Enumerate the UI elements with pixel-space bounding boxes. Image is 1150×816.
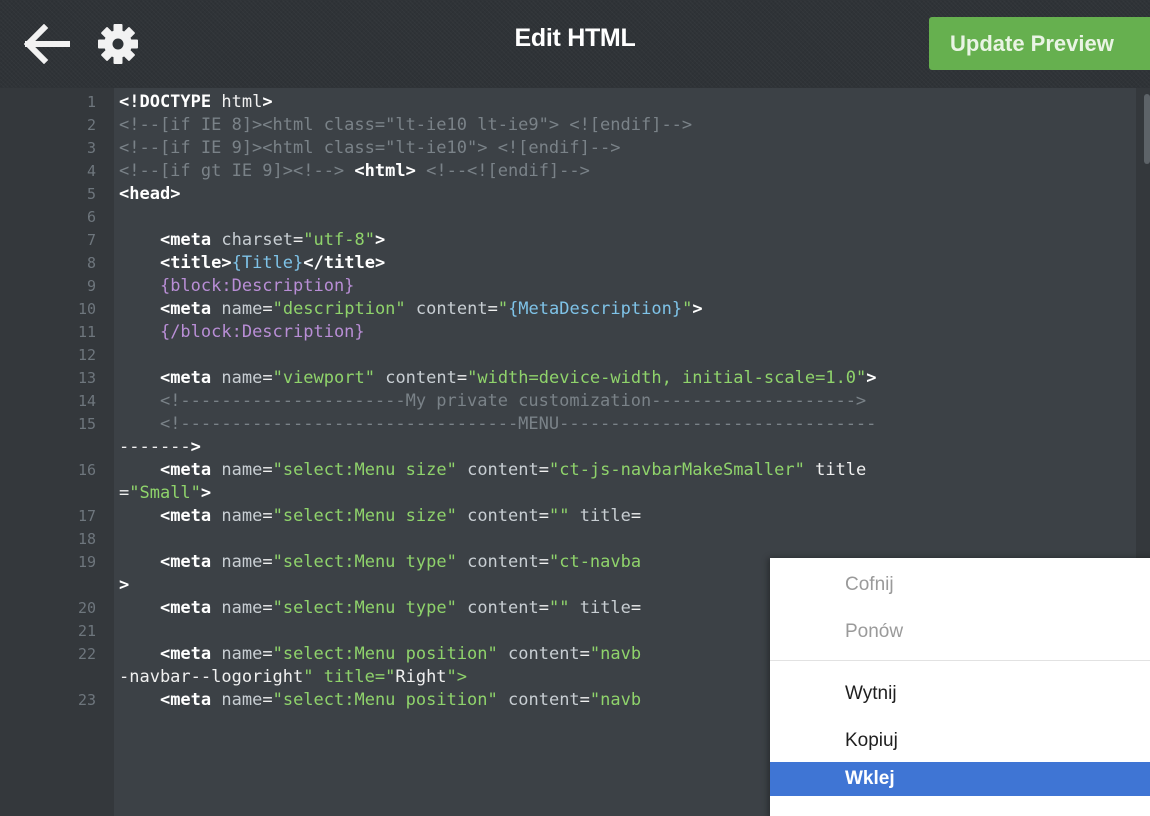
menu-item-label: Wytnij [845,683,897,704]
line-number: 14 [77,392,96,410]
code-text[interactable]: <!----------------------My private custo… [119,390,866,413]
code-text[interactable]: {block:Description} [119,275,354,298]
line-number: 16 [77,461,96,479]
menu-item-label: Kopiuj [845,730,898,751]
code-text[interactable]: -------> [119,436,201,459]
code-text[interactable]: <meta name="description" content="{MetaD… [119,298,703,321]
code-line[interactable]: 9 {block:Description} [0,275,1150,298]
code-text[interactable]: <meta name="select:Menu position" conten… [119,689,641,712]
code-line[interactable]: 5 <head> [0,183,1150,206]
line-number: 17 [77,507,96,525]
line-number: 7 [86,231,96,249]
menu-item-kopiuj[interactable]: Kopiuj [770,724,1150,758]
menu-item-wklej[interactable]: Wklej [770,762,1150,796]
code-line[interactable]: 10 <meta name="description" content="{Me… [0,298,1150,321]
code-line[interactable]: 2 <!--[if IE 8]><html class="lt-ie10 lt-i… [0,114,1150,137]
update-preview-button[interactable]: Update Preview [929,17,1150,70]
code-text[interactable]: <!--[if gt IE 9]><!--> <html> <!--<![end… [119,160,590,183]
code-text[interactable]: {/block:Description} [119,321,365,344]
line-number: 8 [86,254,96,272]
code-text[interactable]: <meta name="select:Menu type" content=""… [119,597,641,620]
menu-separator [770,660,1150,661]
line-number: 18 [77,530,96,548]
code-text[interactable]: ="Small"> [119,482,211,505]
line-number: 11 [77,323,96,341]
code-line[interactable]: 16 <meta name="select:Menu size" content… [0,459,1150,482]
line-number: 1 [86,93,96,111]
code-text[interactable]: <!DOCTYPE html> [119,91,273,114]
code-line[interactable]: 11 {/block:Description} [0,321,1150,344]
code-line[interactable]: 3 <!--[if IE 9]><html class="lt-ie10"> <!… [0,137,1150,160]
code-text[interactable]: <!--[if IE 8]><html class="lt-ie10 lt-ie… [119,114,692,137]
line-number: 21 [77,622,96,640]
line-number: 13 [77,369,96,387]
code-text[interactable]: <!--[if IE 9]><html class="lt-ie10"> <![… [119,137,621,160]
line-number: 23 [77,691,96,709]
code-text[interactable]: <meta charset="utf-8"> [119,229,385,252]
code-text[interactable]: <meta name="select:Menu size" content=""… [119,505,641,528]
code-line[interactable]: 4 <!--[if gt IE 9]><!--> <html> <!--<![en… [0,160,1150,183]
line-number: 9 [86,277,96,295]
menu-item-cofnij[interactable]: Cofnij [770,568,1150,602]
line-number: 10 [77,300,96,318]
code-text[interactable]: <meta name="select:Menu position" conten… [119,643,641,666]
code-line[interactable]: 8 <title>{Title}</title> [0,252,1150,275]
scrollbar-thumb[interactable] [1144,94,1150,164]
menu-item-label: Cofnij [845,574,894,595]
code-line[interactable]: 13 <meta name="viewport" content="width=… [0,367,1150,390]
menu-item-label: Ponów [845,621,904,642]
context-menu: Cofnij Ponów Wytnij Kopiuj Wklej [770,558,1150,816]
line-number: 3 [86,139,96,157]
line-number: 19 [77,553,96,571]
line-number: 5 [86,185,96,203]
code-text[interactable]: <meta name="viewport" content="width=dev… [119,367,877,390]
code-line[interactable]: 1 <!DOCTYPE html> [0,91,1150,114]
code-text[interactable]: <meta name="select:Menu size" content="c… [119,459,866,482]
code-text[interactable]: <meta name="select:Menu type" content="c… [119,551,641,574]
line-number: 22 [77,645,96,663]
html-editor-window: Edit HTML Update Preview 1 <!DOCTYPE html… [0,0,1150,816]
code-line[interactable]: 17 <meta name="select:Menu size" content… [0,505,1150,528]
code-text[interactable]: -navbar--logoright" title="Right"> [119,666,467,689]
code-text[interactable]: <title>{Title}</title> [119,252,385,275]
menu-item-label: Wklej [845,768,895,789]
code-line[interactable]: 6 [0,206,1150,229]
code-line[interactable]: -------> [0,436,1150,459]
code-line[interactable]: 12 [0,344,1150,367]
menu-item-ponow[interactable]: Ponów [770,615,1150,649]
top-toolbar: Edit HTML Update Preview [0,0,1150,88]
code-line[interactable]: 18 [0,528,1150,551]
code-line[interactable]: 7 <meta charset="utf-8"> [0,229,1150,252]
line-number: 2 [86,116,96,134]
line-number: 6 [86,208,96,226]
menu-item-wytnij[interactable]: Wytnij [770,677,1150,711]
code-line[interactable]: 15 <!---------------------------------ME… [0,413,1150,436]
line-number: 15 [77,415,96,433]
code-text[interactable]: <head> [119,183,180,206]
code-text[interactable]: <!---------------------------------MENU-… [119,413,876,436]
line-number: 12 [77,346,96,364]
line-number: 20 [77,599,96,617]
line-number: 4 [86,162,96,180]
code-line[interactable]: 14 <!----------------------My private cu… [0,390,1150,413]
code-text[interactable]: > [119,574,129,597]
code-line[interactable]: ="Small"> [0,482,1150,505]
